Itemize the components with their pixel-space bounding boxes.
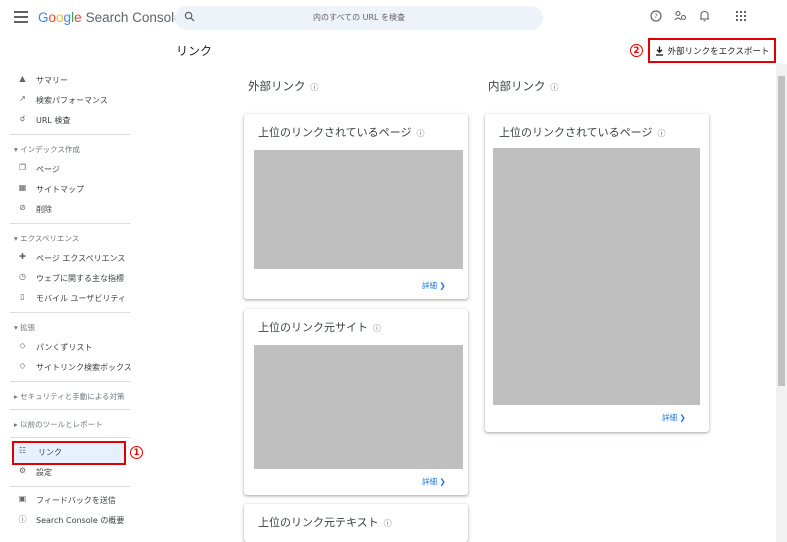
chart-placeholder bbox=[254, 150, 463, 269]
help-icon[interactable]: ? bbox=[648, 10, 664, 25]
chart-placeholder bbox=[493, 148, 700, 405]
sitemap-icon: ▦ bbox=[18, 183, 27, 192]
section-toggle-enhancements[interactable]: ▾ 拡張 bbox=[14, 322, 35, 333]
internal-links-heading: 内部リンク ⓘ bbox=[488, 79, 559, 93]
manage-users-icon[interactable] bbox=[672, 10, 688, 25]
page-scrollbar[interactable] bbox=[776, 64, 787, 542]
more-details-link[interactable]: 詳細 ❯ bbox=[422, 476, 446, 487]
sidebar-divider bbox=[10, 134, 130, 135]
sidebar-divider bbox=[10, 381, 130, 382]
help-icon[interactable]: ⓘ bbox=[416, 129, 424, 138]
sidebar-divider bbox=[10, 486, 130, 487]
export-external-links-button[interactable]: 外部リンクをエクスポート bbox=[648, 38, 776, 63]
sidebar-item-page-experience[interactable]: ✚ ページ エクスペリエンス bbox=[0, 248, 160, 268]
svg-text:?: ? bbox=[654, 13, 658, 21]
sidebar-divider bbox=[10, 312, 130, 313]
breadcrumb-icon: ◇ bbox=[19, 341, 26, 350]
sidebar-item-breadcrumbs[interactable]: ◇ パンくずリスト bbox=[0, 337, 160, 357]
sidebar-item-performance[interactable]: ↗ 検索パフォーマンス bbox=[0, 90, 160, 110]
card-external-top-linking-sites: 上位のリンク元サイト ⓘ 詳細 ❯ bbox=[244, 309, 468, 495]
sidebar-item-sitelinks-searchbox[interactable]: ◇ サイトリンク検索ボックス bbox=[0, 357, 160, 377]
help-icon[interactable]: ⓘ bbox=[373, 324, 381, 333]
export-button-label: 外部リンクをエクスポート bbox=[667, 46, 770, 57]
search-console-logo[interactable]: Google Search Console bbox=[38, 10, 182, 25]
sidebar-item-removals[interactable]: ⊘ 削除 bbox=[0, 199, 160, 219]
sidebar-item-settings[interactable]: ⚙ 設定 bbox=[0, 462, 160, 482]
search-input[interactable]: 内のすべての URL を検査 bbox=[175, 12, 543, 23]
more-details-link[interactable]: 詳細 ❯ bbox=[662, 412, 686, 423]
page-experience-icon: ✚ bbox=[19, 252, 26, 261]
help-icon[interactable]: ⓘ bbox=[551, 83, 559, 92]
sitelinks-icon: ◇ bbox=[19, 361, 26, 370]
annotation-marker-2: 2 bbox=[630, 44, 643, 57]
download-icon bbox=[655, 46, 663, 56]
page-title: リンク bbox=[176, 44, 213, 58]
product-name: Search Console bbox=[85, 10, 182, 25]
card-external-top-linking-text: 上位のリンク元テキスト ⓘ bbox=[244, 504, 468, 542]
sidebar-item-about[interactable]: ⓘ Search Console の概要 bbox=[0, 510, 160, 530]
sidebar-divider bbox=[10, 409, 130, 410]
help-icon[interactable]: ⓘ bbox=[384, 519, 392, 528]
feedback-icon: ▣ bbox=[18, 494, 27, 503]
mobile-icon: ▯ bbox=[20, 292, 25, 301]
scrollbar-thumb[interactable] bbox=[778, 76, 785, 386]
sidebar-divider bbox=[10, 223, 130, 224]
external-links-heading: 外部リンク ⓘ bbox=[248, 79, 319, 93]
home-icon: ▲ bbox=[19, 74, 26, 83]
help-icon[interactable]: ⓘ bbox=[311, 83, 319, 92]
section-toggle-legacy-tools[interactable]: ▸ 以前のツールとレポート bbox=[14, 419, 103, 430]
section-toggle-indexing[interactable]: ▾ インデックス作成 bbox=[14, 144, 80, 155]
sidebar-item-pages[interactable]: ❐ ページ bbox=[0, 159, 160, 179]
sidebar-nav: ▲ サマリー ↗ 検索パフォーマンス ☌ URL 検査 ▾ インデックス作成 ❐… bbox=[0, 64, 160, 542]
removals-icon: ⊘ bbox=[19, 203, 26, 212]
sidebar-divider bbox=[10, 437, 130, 438]
sidebar-item-url-inspection[interactable]: ☌ URL 検査 bbox=[0, 110, 160, 130]
web-vitals-icon: ◷ bbox=[19, 272, 26, 281]
search-icon: ☌ bbox=[19, 114, 26, 123]
notifications-bell-icon[interactable] bbox=[696, 10, 712, 25]
annotation-marker-1: 1 bbox=[130, 446, 143, 459]
card-internal-top-linked-pages: 上位のリンクされているページ ⓘ 詳細 ❯ bbox=[485, 114, 709, 432]
chart-placeholder bbox=[254, 345, 463, 469]
help-icon[interactable]: ⓘ bbox=[657, 129, 665, 138]
card-external-top-linked-pages: 上位のリンクされているページ ⓘ 詳細 ❯ bbox=[244, 114, 468, 299]
links-icon: ☷ bbox=[18, 446, 27, 455]
more-details-link[interactable]: 詳細 ❯ bbox=[422, 280, 446, 291]
sidebar-item-mobile-usability[interactable]: ▯ モバイル ユーザビリティ bbox=[0, 288, 160, 308]
gear-icon: ⚙ bbox=[18, 466, 27, 475]
section-toggle-experience[interactable]: ▾ エクスペリエンス bbox=[14, 233, 79, 244]
sidebar-item-feedback[interactable]: ▣ フィードバックを送信 bbox=[0, 490, 160, 510]
sidebar-item-sitemaps[interactable]: ▦ サイトマップ bbox=[0, 179, 160, 199]
info-icon: ⓘ bbox=[18, 515, 27, 524]
sidebar-item-overview[interactable]: ▲ サマリー bbox=[0, 70, 160, 90]
hamburger-menu-icon[interactable] bbox=[14, 11, 28, 23]
apps-grid-icon[interactable] bbox=[733, 10, 749, 24]
section-toggle-security[interactable]: ▸ セキュリティと手動による対策 bbox=[14, 391, 124, 402]
trending-icon: ↗ bbox=[19, 94, 26, 103]
url-inspection-search[interactable]: 内のすべての URL を検査 bbox=[175, 6, 543, 30]
top-app-bar: Google Search Console 内のすべての URL を検査 ? bbox=[0, 0, 787, 36]
sidebar-item-core-web-vitals[interactable]: ◷ ウェブに関する主な指標 bbox=[0, 268, 160, 288]
pages-icon: ❐ bbox=[18, 163, 27, 172]
